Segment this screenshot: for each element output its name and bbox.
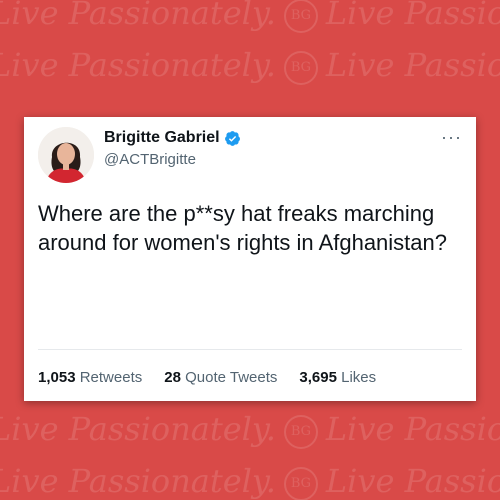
- tweet-stats: 1,053 Retweets 28 Quote Tweets 3,695 Lik…: [38, 369, 398, 386]
- likes-count: 3,695: [299, 369, 337, 386]
- author-row: Brigitte Gabriel: [104, 129, 241, 147]
- retweets-stat[interactable]: 1,053 Retweets: [38, 369, 142, 386]
- watermark-row: Live Passionately.BGLive Passionately.BG: [0, 462, 500, 500]
- tweet-text: Where are the p**sy hat freaks marching …: [38, 201, 447, 255]
- likes-label: Likes: [341, 369, 377, 386]
- retweets-count: 1,053: [38, 369, 76, 386]
- tweet-card: Brigitte Gabriel @ACTBrigitte ··· Where …: [24, 117, 476, 401]
- avatar[interactable]: [38, 127, 94, 183]
- divider: [38, 349, 462, 350]
- watermark-row: Live Passionately.BGLive Passionately.BG: [0, 410, 500, 449]
- author-handle[interactable]: @ACTBrigitte: [104, 151, 196, 168]
- retweets-label: Retweets: [79, 369, 143, 386]
- verified-badge-icon: [224, 130, 240, 146]
- likes-stat[interactable]: 3,695 Likes: [299, 369, 376, 386]
- quote-tweets-label: Quote Tweets: [185, 369, 278, 386]
- avatar-image: [38, 127, 94, 183]
- watermark-row: Live Passionately.BGLive Passionately.BG: [0, 0, 500, 33]
- quote-tweets-count: 28: [164, 369, 181, 386]
- watermark-row: Live Passionately.BGLive Passionately.BG: [0, 46, 500, 85]
- author-name[interactable]: Brigitte Gabriel: [104, 129, 220, 147]
- more-options-icon[interactable]: ···: [441, 127, 462, 148]
- quote-tweets-stat[interactable]: 28 Quote Tweets: [164, 369, 277, 386]
